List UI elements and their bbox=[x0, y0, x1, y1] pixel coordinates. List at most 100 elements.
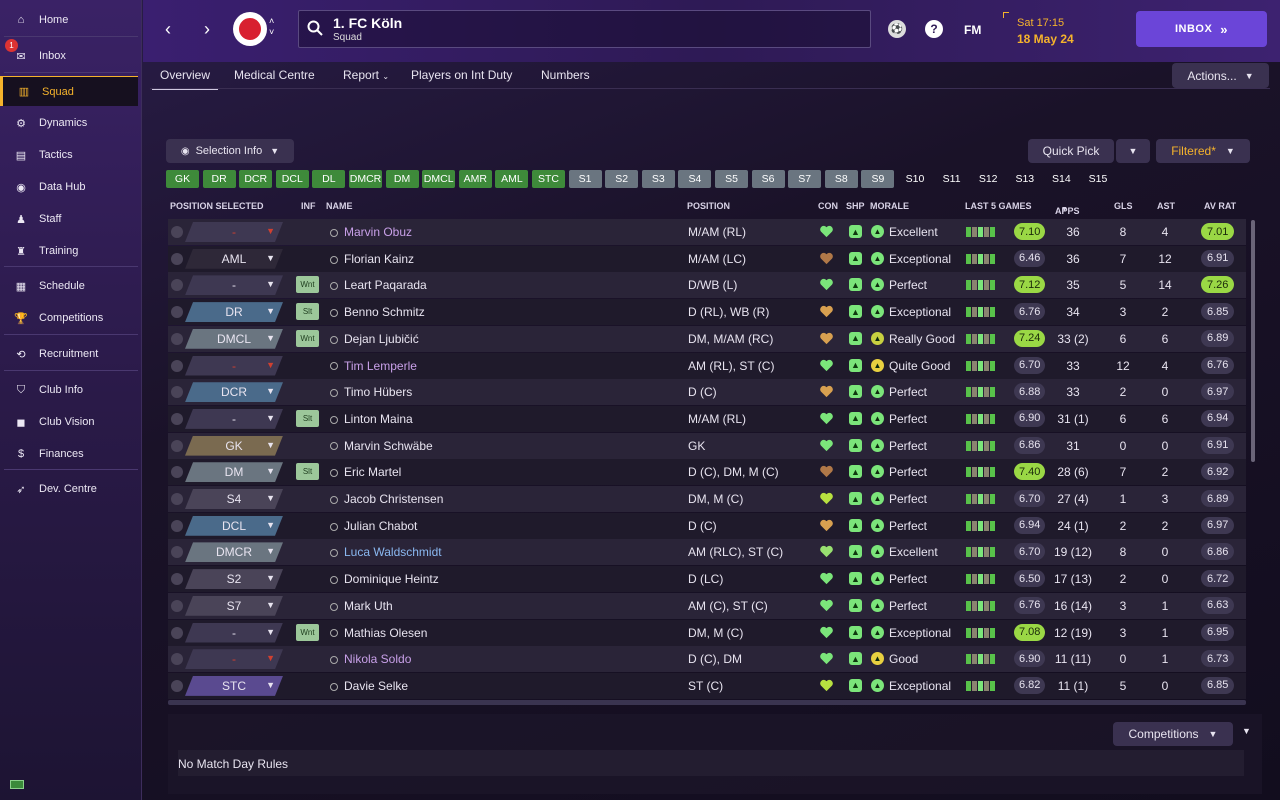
select-row-checkbox[interactable] bbox=[171, 573, 183, 586]
horizontal-scrollbar[interactable] bbox=[168, 700, 1246, 705]
position-filter-gk[interactable]: GK bbox=[166, 170, 199, 188]
player-name-cell[interactable]: Jacob Christensen bbox=[330, 492, 443, 506]
col-gls[interactable]: GLS bbox=[1114, 201, 1133, 211]
select-row-checkbox[interactable] bbox=[171, 279, 183, 292]
player-name-cell[interactable]: Linton Maina bbox=[330, 412, 413, 426]
position-select-dropdown[interactable]: S4 ▼ bbox=[185, 489, 283, 509]
col-inf[interactable]: INF bbox=[301, 201, 316, 211]
select-row-checkbox[interactable] bbox=[171, 546, 183, 559]
quick-pick-button[interactable]: Quick Pick bbox=[1028, 139, 1114, 163]
position-filter-s5[interactable]: S5 bbox=[715, 170, 748, 188]
sidebar-item-inbox[interactable]: ✉ Inbox 1 bbox=[0, 39, 138, 71]
table-row[interactable]: - ▼ Tim Lemperle AM (RL), ST (C) ▲ ▲ Quite Goo… bbox=[168, 352, 1246, 379]
position-filter-dl[interactable]: DL bbox=[312, 170, 346, 188]
tab-overview[interactable]: Overview bbox=[152, 68, 219, 90]
table-row[interactable]: DCL ▼ Julian Chabot D (C) ▲ ▲ Perfect 6.94 24 (1… bbox=[168, 512, 1246, 539]
position-select-dropdown[interactable]: STC ▼ bbox=[185, 676, 283, 696]
sidebar-item-squad[interactable]: ▥ Squad bbox=[0, 76, 138, 106]
position-select-dropdown[interactable]: - ▼ bbox=[185, 623, 283, 643]
info-badge[interactable]: Wnt bbox=[296, 623, 319, 641]
table-row[interactable]: DMCR ▼ Luca Waldschmidt AM (RLC), ST (C) ▲ ▲ E… bbox=[168, 539, 1246, 566]
player-name-cell[interactable]: Eric Martel bbox=[330, 465, 401, 479]
position-select-dropdown[interactable]: GK ▼ bbox=[185, 436, 283, 456]
position-filter-dcl[interactable]: DCL bbox=[275, 170, 309, 188]
info-badge[interactable]: Slt bbox=[296, 303, 319, 321]
sidebar-item-competitions[interactable]: 🏆 Competitions bbox=[0, 303, 138, 333]
col-shp[interactable]: SHP bbox=[846, 201, 865, 211]
player-name-cell[interactable]: Florian Kainz bbox=[330, 252, 414, 266]
table-row[interactable]: - ▼ Marvin Obuz M/AM (RL) ▲ ▲ Excellent 7.10 36 8… bbox=[168, 219, 1246, 245]
competitions-dropdown[interactable]: Competitions ▼ bbox=[1113, 722, 1233, 746]
select-row-checkbox[interactable] bbox=[171, 306, 183, 319]
position-filter-s1[interactable]: S1 bbox=[568, 170, 602, 188]
position-select-dropdown[interactable]: DCL ▼ bbox=[185, 516, 283, 536]
position-select-dropdown[interactable]: DCR ▼ bbox=[185, 382, 283, 402]
position-select-dropdown[interactable]: S7 ▼ bbox=[185, 596, 283, 616]
col-ast[interactable]: AST bbox=[1157, 201, 1175, 211]
player-name-cell[interactable]: Tim Lemperle bbox=[330, 359, 417, 373]
col-morale[interactable]: MORALE bbox=[870, 201, 909, 211]
select-row-checkbox[interactable] bbox=[171, 359, 183, 372]
sidebar-item-schedule[interactable]: ▦ Schedule bbox=[0, 271, 138, 301]
position-filter-s15[interactable]: S15 bbox=[1081, 170, 1115, 188]
position-select-dropdown[interactable]: DMCL ▼ bbox=[185, 329, 283, 349]
table-row[interactable]: AML ▼ Florian Kainz M/AM (LC) ▲ ▲ Exceptional 6… bbox=[168, 245, 1246, 272]
position-filter-s11[interactable]: S11 bbox=[935, 170, 969, 188]
quick-pick-dropdown[interactable]: ▼ bbox=[1116, 139, 1150, 163]
position-filter-s3[interactable]: S3 bbox=[641, 170, 675, 188]
table-row[interactable]: - ▼ Nikola Soldo D (C), DM ▲ ▲ Good 6.90 11 (11)… bbox=[168, 646, 1246, 673]
player-name-cell[interactable]: Luca Waldschmidt bbox=[330, 545, 442, 559]
player-name-cell[interactable]: Dejan Ljubičić bbox=[330, 332, 419, 346]
player-name-cell[interactable]: Timo Hübers bbox=[330, 385, 412, 399]
info-badge[interactable]: Slt bbox=[296, 463, 319, 481]
table-row[interactable]: DCR ▼ Timo Hübers D (C) ▲ ▲ Perfect 6.88 33 2 0 6.9… bbox=[168, 379, 1246, 406]
sidebar-item-tactics[interactable]: ▤ Tactics bbox=[0, 140, 138, 170]
player-name-cell[interactable]: Nikola Soldo bbox=[330, 652, 411, 666]
select-row-checkbox[interactable] bbox=[171, 439, 183, 452]
table-row[interactable]: S7 ▼ Mark Uth AM (C), ST (C) ▲ ▲ Perfect 6.76 16… bbox=[168, 592, 1246, 619]
position-select-dropdown[interactable]: DR ▼ bbox=[185, 302, 283, 322]
select-row-checkbox[interactable] bbox=[171, 493, 183, 505]
position-filter-s2[interactable]: S2 bbox=[605, 170, 639, 188]
select-row-checkbox[interactable] bbox=[171, 599, 183, 612]
tab-report[interactable]: Report ⌄ bbox=[335, 68, 397, 90]
info-badge[interactable]: Slt bbox=[296, 409, 319, 427]
sidebar-item-home[interactable]: ⌂ Home bbox=[0, 5, 138, 35]
table-row[interactable]: DR ▼ Slt Benno Schmitz D (RL), WB (R) ▲ ▲ Excep… bbox=[168, 299, 1246, 326]
help-icon[interactable]: ? bbox=[925, 20, 943, 38]
game-date[interactable]: 18 May 24 bbox=[1017, 32, 1074, 46]
position-filter-dmcl[interactable]: DMCL bbox=[422, 170, 456, 188]
player-name-cell[interactable]: Mathias Olesen bbox=[330, 626, 427, 640]
back-arrow-icon[interactable]: ‹ bbox=[157, 18, 179, 40]
table-row[interactable]: STC ▼ Davie Selke ST (C) ▲ ▲ Exceptional 6.82 11… bbox=[168, 672, 1246, 699]
position-filter-dr[interactable]: DR bbox=[202, 170, 236, 188]
table-row[interactable]: - ▼ Slt Linton Maina M/AM (RL) ▲ ▲ Perfect 6.90 3… bbox=[168, 405, 1246, 432]
table-row[interactable]: S2 ▼ Dominique Heintz D (LC) ▲ ▲ Perfect 6.50 17… bbox=[168, 566, 1246, 593]
position-filter-dcr[interactable]: DCR bbox=[239, 170, 273, 188]
sidebar-item-finances[interactable]: $ Finances bbox=[0, 439, 138, 469]
filter-button[interactable]: Filtered* ▼ bbox=[1156, 139, 1250, 163]
tab-numbers[interactable]: Numbers bbox=[533, 68, 598, 90]
player-name-cell[interactable]: Benno Schmitz bbox=[330, 305, 425, 319]
fm-logo[interactable]: FM bbox=[964, 23, 981, 37]
col-con[interactable]: CON bbox=[818, 201, 838, 211]
position-filter-s9[interactable]: S9 bbox=[861, 170, 895, 188]
status-indicator-icon[interactable] bbox=[10, 780, 24, 789]
position-filter-dmcr[interactable]: DMCR bbox=[349, 170, 382, 188]
select-row-checkbox[interactable] bbox=[171, 519, 183, 532]
select-row-checkbox[interactable] bbox=[171, 466, 183, 479]
position-filter-dm[interactable]: DM bbox=[385, 170, 419, 188]
title-bar-search[interactable]: 1. FC Köln Squad bbox=[298, 10, 871, 48]
player-name-cell[interactable]: Marvin Obuz bbox=[330, 225, 412, 239]
position-filter-s14[interactable]: S14 bbox=[1044, 170, 1078, 188]
table-row[interactable]: DM ▼ Slt Eric Martel D (C), DM, M (C) ▲ ▲ Perfe… bbox=[168, 459, 1246, 486]
position-filter-s12[interactable]: S12 bbox=[971, 170, 1005, 188]
player-name-cell[interactable]: Dominique Heintz bbox=[330, 572, 439, 586]
info-badge[interactable]: Wnt bbox=[296, 329, 319, 347]
select-row-checkbox[interactable] bbox=[171, 653, 183, 666]
position-select-dropdown[interactable]: - ▼ bbox=[185, 409, 283, 429]
position-filter-stc[interactable]: STC bbox=[532, 170, 565, 188]
table-row[interactable]: GK ▼ Marvin Schwäbe GK ▲ ▲ Perfect 6.86 31 0 0 6.91 bbox=[168, 432, 1246, 459]
player-name-cell[interactable]: Mark Uth bbox=[330, 599, 393, 613]
position-filter-s7[interactable]: S7 bbox=[788, 170, 822, 188]
